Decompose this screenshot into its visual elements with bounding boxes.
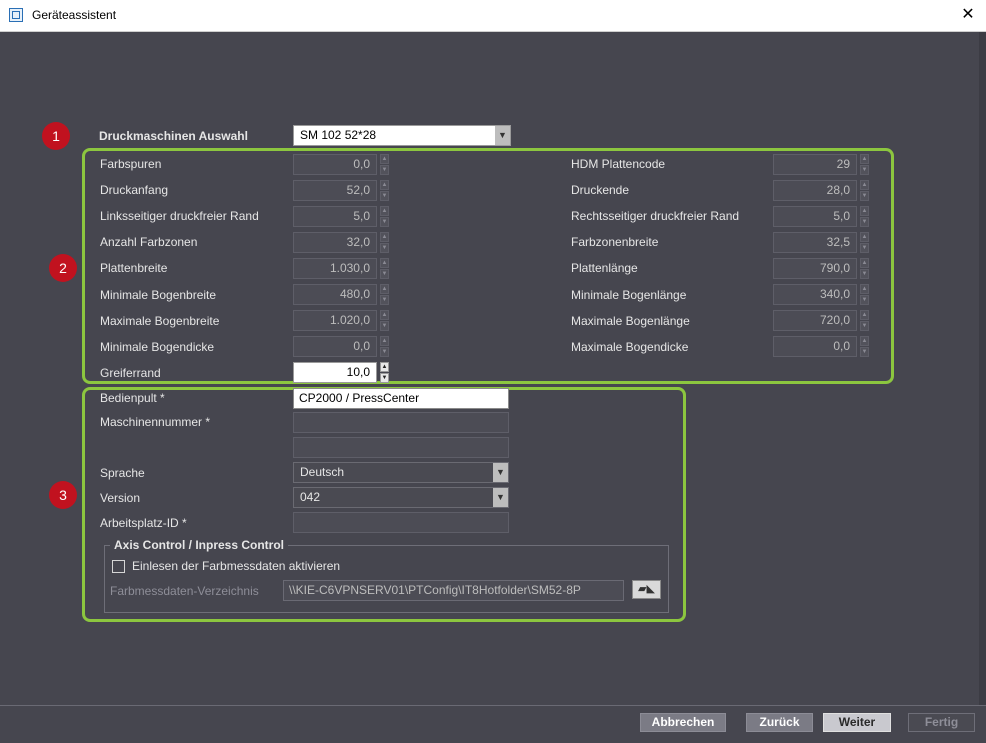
sprache-value: Deutsch bbox=[300, 465, 345, 479]
field-max-bogendicke: 0,0 bbox=[773, 336, 857, 357]
farbmessdaten-dir-input: \\KIE-C6VPNSERV01\PTConfig\IT8Hotfolder\… bbox=[283, 580, 624, 601]
back-button[interactable]: Zurück bbox=[746, 713, 813, 732]
spinner-min-bogenlaenge: ▲ ▼ bbox=[860, 284, 869, 305]
field-plattenbreite: 1.030,0 bbox=[293, 258, 377, 279]
field-label-farbzonenbreite: Farbzonenbreite bbox=[571, 235, 659, 249]
next-button[interactable]: Weiter bbox=[823, 713, 891, 732]
spinner-druckanfang: ▲ ▼ bbox=[380, 180, 389, 201]
spinner-plattenlaenge: ▲ ▼ bbox=[860, 258, 869, 279]
press-selection-label: Druckmaschinen Auswahl bbox=[99, 129, 248, 143]
spinner-anzahl-farbzonen: ▲ ▼ bbox=[380, 232, 389, 253]
maschinennummer-input-2[interactable] bbox=[293, 437, 509, 458]
field-min-bogenbreite: 480,0 bbox=[293, 284, 377, 305]
field-linker-rand: 5,0 bbox=[293, 206, 377, 227]
close-icon[interactable]: ✕ bbox=[956, 3, 980, 27]
spinner-greiferrand[interactable]: ▲ ▼ bbox=[380, 362, 389, 383]
field-max-bogenbreite: 1.020,0 bbox=[293, 310, 377, 331]
version-dropdown[interactable]: 042 ▼ bbox=[293, 487, 509, 508]
chevron-down-icon: ▼ bbox=[493, 488, 508, 507]
field-anzahl-farbzonen: 32,0 bbox=[293, 232, 377, 253]
spinner-max-bogenbreite: ▲ ▼ bbox=[380, 310, 389, 331]
field-hdm-plattencode: 29 bbox=[773, 154, 857, 175]
field-farbspuren: 0,0 bbox=[293, 154, 377, 175]
maschinennummer-input[interactable] bbox=[293, 412, 509, 433]
sprache-label: Sprache bbox=[100, 466, 145, 480]
spinner-druckende: ▲ ▼ bbox=[860, 180, 869, 201]
step-marker-2: 2 bbox=[49, 254, 77, 282]
step-marker-1: 1 bbox=[42, 122, 70, 150]
field-label-hdm-plattencode: HDM Plattencode bbox=[571, 157, 666, 171]
wizard-app-icon bbox=[9, 8, 23, 22]
field-label-max-bogenbreite: Maximale Bogenbreite bbox=[100, 314, 220, 328]
spinner-rechter-rand: ▲ ▼ bbox=[860, 206, 869, 227]
field-label-plattenbreite: Plattenbreite bbox=[100, 261, 168, 275]
bedienpult-input[interactable]: CP2000 / PressCenter bbox=[293, 388, 509, 409]
spinner-farbzonenbreite: ▲ ▼ bbox=[860, 232, 869, 253]
step-marker-3: 3 bbox=[49, 481, 77, 509]
axis-control-group bbox=[104, 545, 669, 613]
spinner-plattenbreite: ▲ ▼ bbox=[380, 258, 389, 279]
field-druckende: 28,0 bbox=[773, 180, 857, 201]
field-label-plattenlaenge: Plattenlänge bbox=[571, 261, 638, 275]
field-label-max-bogendicke: Maximale Bogendicke bbox=[571, 340, 689, 354]
spinner-min-bogenbreite: ▲ ▼ bbox=[380, 284, 389, 305]
spinner-max-bogendicke: ▲ ▼ bbox=[860, 336, 869, 357]
field-greiferrand[interactable]: 10,0 bbox=[293, 362, 377, 383]
spinner-linker-rand: ▲ ▼ bbox=[380, 206, 389, 227]
field-label-greiferrand: Greiferrand bbox=[100, 366, 161, 380]
chevron-down-icon: ▼ bbox=[493, 463, 508, 482]
spinner-min-bogendicke: ▲ ▼ bbox=[380, 336, 389, 357]
field-label-linker-rand: Linksseitiger druckfreier Rand bbox=[100, 209, 259, 223]
field-label-min-bogenlaenge: Minimale Bogenlänge bbox=[571, 288, 687, 302]
spin-up-icon[interactable]: ▲ bbox=[380, 362, 389, 372]
field-label-rechter-rand: Rechtsseitiger druckfreier Rand bbox=[571, 209, 740, 223]
field-min-bogenlaenge: 340,0 bbox=[773, 284, 857, 305]
farbmessdaten-checkbox-label: Einlesen der Farbmessdaten aktivieren bbox=[132, 559, 341, 573]
field-farbzonenbreite: 32,5 bbox=[773, 232, 857, 253]
farbmessdaten-checkbox[interactable] bbox=[112, 560, 125, 573]
cancel-button[interactable]: Abbrechen bbox=[640, 713, 726, 732]
field-label-anzahl-farbzonen: Anzahl Farbzonen bbox=[100, 235, 198, 249]
bedienpult-label: Bedienpult * bbox=[100, 391, 165, 405]
maschinennummer-label: Maschinennummer * bbox=[100, 415, 211, 429]
title-bar: Geräteassistent ✕ bbox=[0, 0, 986, 32]
footer-divider bbox=[0, 705, 986, 706]
field-label-druckanfang: Druckanfang bbox=[100, 183, 169, 197]
field-label-min-bogendicke: Minimale Bogendicke bbox=[100, 340, 215, 354]
field-max-bogenlaenge: 720,0 bbox=[773, 310, 857, 331]
version-value: 042 bbox=[300, 490, 321, 504]
field-label-farbspuren: Farbspuren bbox=[100, 157, 162, 171]
spinner-farbspuren: ▲ ▼ bbox=[380, 154, 389, 175]
arbeitsplatz-input[interactable] bbox=[293, 512, 509, 533]
field-label-max-bogenlaenge: Maximale Bogenlänge bbox=[571, 314, 690, 328]
press-selection-dropdown[interactable]: SM 102 52*28 ▼ bbox=[293, 125, 511, 146]
window-title: Geräteassistent bbox=[32, 8, 117, 22]
field-label-druckende: Druckende bbox=[571, 183, 630, 197]
vertical-scrollbar[interactable] bbox=[979, 32, 986, 705]
field-rechter-rand: 5,0 bbox=[773, 206, 857, 227]
spinner-max-bogenlaenge: ▲ ▼ bbox=[860, 310, 869, 331]
folder-browse-icon[interactable]: ▰◣ bbox=[632, 580, 661, 599]
spinner-hdm-plattencode: ▲ ▼ bbox=[860, 154, 869, 175]
farbmessdaten-dir-label: Farbmessdaten-Verzeichnis bbox=[110, 584, 259, 598]
press-selection-value: SM 102 52*28 bbox=[300, 128, 377, 142]
arbeitsplatz-label: Arbeitsplatz-ID * bbox=[100, 516, 187, 530]
version-label: Version bbox=[100, 491, 141, 505]
field-druckanfang: 52,0 bbox=[293, 180, 377, 201]
spin-down-icon[interactable]: ▼ bbox=[380, 373, 389, 383]
field-plattenlaenge: 790,0 bbox=[773, 258, 857, 279]
field-min-bogendicke: 0,0 bbox=[293, 336, 377, 357]
finish-button: Fertig bbox=[908, 713, 975, 732]
sprache-dropdown[interactable]: Deutsch ▼ bbox=[293, 462, 509, 483]
field-label-min-bogenbreite: Minimale Bogenbreite bbox=[100, 288, 217, 302]
chevron-down-icon: ▼ bbox=[495, 126, 510, 145]
axis-control-title: Axis Control / Inpress Control bbox=[110, 538, 289, 552]
